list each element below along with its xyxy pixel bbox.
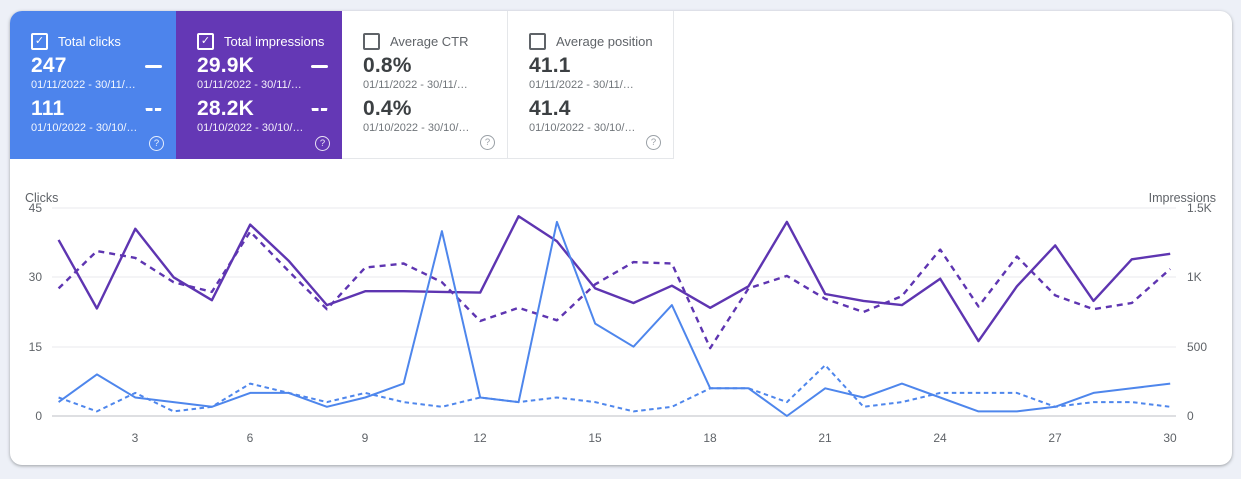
date-range-current: 01/11/2022 - 30/11/… — [197, 79, 302, 91]
card-label: Average CTR — [390, 33, 469, 49]
metric-value-current: 41.1 — [529, 54, 571, 77]
help-icon[interactable]: ? — [480, 135, 495, 150]
dashed-line-indicator — [311, 107, 328, 111]
metric-value-previous: 0.4% — [363, 97, 412, 120]
date-range-current: 01/11/2022 - 30/11/… — [363, 79, 468, 91]
left-tick: 0 — [35, 409, 42, 423]
card-average-ctr[interactable]: Average CTR 0.8% 01/11/2022 - 30/11/… 0.… — [342, 11, 508, 159]
series-line-clicks-previous — [58, 364, 1171, 413]
left-tick: 30 — [29, 270, 43, 284]
x-tick: 9 — [362, 431, 369, 445]
x-tick: 30 — [1163, 431, 1177, 445]
performance-report-panel: ✓ Total clicks 247 01/11/2022 - 30/11/… … — [10, 11, 1232, 465]
right-tick: 500 — [1187, 340, 1207, 354]
card-header: Average CTR — [363, 32, 493, 50]
left-tick: 45 — [29, 201, 43, 215]
checkbox-average-position-unchecked[interactable] — [529, 32, 546, 50]
right-tick: 1K — [1187, 270, 1202, 284]
series-line-impressions-previous — [57, 230, 1171, 350]
card-total-impressions[interactable]: ✓ Total impressions 29.9K 01/11/2022 - 3… — [176, 11, 342, 159]
date-range-previous: 01/10/2022 - 30/10/… — [197, 122, 304, 134]
x-tick: 24 — [933, 431, 947, 445]
left-tick: 15 — [29, 340, 43, 354]
x-tick: 15 — [588, 431, 602, 445]
dashed-line-indicator — [145, 107, 162, 111]
solid-line-indicator — [311, 64, 328, 68]
x-tick: 21 — [818, 431, 832, 445]
card-header: Average position — [529, 32, 659, 50]
series-line-impressions-current — [57, 215, 1171, 343]
date-range-current: 01/11/2022 - 30/11/… — [31, 79, 136, 91]
card-average-position[interactable]: Average position 41.1 01/11/2022 - 30/11… — [508, 11, 674, 159]
date-range-previous: 01/10/2022 - 30/10/… — [363, 122, 470, 134]
metric-value-previous: 111 — [31, 97, 65, 120]
date-range-previous: 01/10/2022 - 30/10/… — [31, 122, 138, 134]
right-tick: 1.5K — [1187, 201, 1212, 215]
x-tick: 27 — [1048, 431, 1062, 445]
metric-value-current: 0.8% — [363, 54, 412, 77]
series-layer — [57, 215, 1171, 417]
metric-cards-row: ✓ Total clicks 247 01/11/2022 - 30/11/… … — [10, 11, 674, 159]
metric-value-previous: 28.2K — [197, 97, 255, 120]
help-icon[interactable]: ? — [646, 135, 661, 150]
date-range-previous: 01/10/2022 - 30/10/… — [529, 122, 636, 134]
solid-line-indicator — [145, 64, 162, 68]
card-label: Total impressions — [224, 33, 325, 49]
checkbox-total-clicks-checked[interactable]: ✓ — [31, 32, 48, 50]
x-tick: 12 — [473, 431, 487, 445]
metric-value-current: 29.9K — [197, 54, 255, 77]
help-icon[interactable]: ? — [315, 136, 330, 151]
performance-line-chart[interactable]: Clicks Impressions 45 30 15 0 1.5K 1K 50… — [10, 176, 1231, 465]
x-tick: 6 — [247, 431, 254, 445]
x-tick: 3 — [132, 431, 139, 445]
checkbox-average-ctr-unchecked[interactable] — [363, 32, 380, 50]
metric-value-current: 247 — [31, 54, 67, 77]
checkbox-total-impressions-checked[interactable]: ✓ — [197, 32, 214, 50]
metric-value-previous: 41.4 — [529, 97, 571, 120]
help-icon[interactable]: ? — [149, 136, 164, 151]
right-tick: 0 — [1187, 409, 1194, 423]
card-label: Total clicks — [58, 33, 121, 49]
checkmark-icon: ✓ — [34, 34, 45, 47]
checkmark-icon: ✓ — [200, 34, 211, 47]
card-header: ✓ Total clicks — [31, 32, 162, 50]
date-range-current: 01/11/2022 - 30/11/… — [529, 79, 634, 91]
series-line-clicks-current — [58, 220, 1171, 417]
card-header: ✓ Total impressions — [197, 32, 328, 50]
card-total-clicks[interactable]: ✓ Total clicks 247 01/11/2022 - 30/11/… … — [10, 11, 176, 159]
card-label: Average position — [556, 33, 653, 49]
x-tick: 18 — [703, 431, 717, 445]
